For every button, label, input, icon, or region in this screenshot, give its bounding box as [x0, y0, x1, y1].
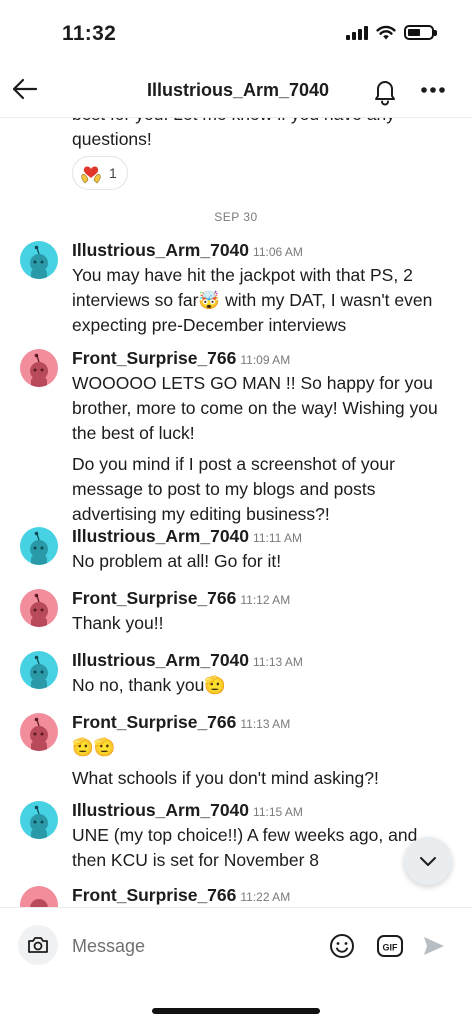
message-time: 11:11 AM	[253, 531, 302, 545]
message-input[interactable]	[72, 934, 312, 958]
avatar[interactable]	[20, 801, 58, 839]
message-body: WOOOOO LETS GO MAN !! So happy for you b…	[72, 371, 452, 527]
snoo-avatar-icon	[30, 531, 48, 565]
message-body: No no, thank you🫡	[72, 673, 452, 698]
avatar[interactable]	[20, 886, 58, 908]
snoo-avatar-icon	[30, 717, 48, 751]
message-author[interactable]: Illustrious_Arm_7040	[72, 526, 249, 546]
gif-icon: GIF	[377, 935, 403, 957]
snoo-avatar-icon	[30, 899, 48, 908]
home-indicator	[152, 1008, 320, 1014]
message-body: You may have hit the jackpot with that P…	[72, 263, 452, 338]
chat-title[interactable]: Illustrious_Arm_7040	[0, 80, 472, 101]
gif-button[interactable]: GIF	[376, 933, 404, 959]
message-time: 11:15 AM	[253, 805, 303, 819]
message-text: WOOOOO LETS GO MAN !! So happy for you b…	[72, 373, 438, 443]
more-dots-icon	[421, 87, 445, 93]
cellular-signal-icon	[346, 25, 368, 40]
battery-icon	[404, 25, 437, 40]
avatar[interactable]	[20, 589, 58, 627]
message-text: No no, thank you🫡	[72, 675, 227, 695]
reaction-count: 1	[109, 165, 117, 181]
heart-hands-icon	[81, 166, 101, 184]
message-text: 🫡🫡	[72, 737, 116, 757]
wifi-icon	[376, 25, 396, 40]
message-list[interactable]: best for you. Let me know if you have an…	[0, 118, 472, 908]
status-time: 11:32	[62, 22, 117, 45]
notifications-button[interactable]	[370, 76, 400, 106]
message-author[interactable]: Front_Surprise_766	[72, 712, 236, 732]
message-time: 11:09 AM	[240, 353, 291, 367]
message-time: 11:13 AM	[240, 717, 291, 731]
message-text: What schools if you don't mind asking?!	[72, 768, 379, 788]
message-text: Do you mind if I post a screenshot of yo…	[72, 454, 395, 524]
message-text: No problem at all! Go for it!	[72, 551, 282, 571]
gif-label: GIF	[383, 943, 399, 953]
message-body: No problem at all! Go for it!	[72, 549, 452, 574]
message-author[interactable]: Front_Surprise_766	[72, 885, 236, 905]
status-bar: 11:32	[0, 0, 472, 62]
message-author[interactable]: Illustrious_Arm_7040	[72, 650, 249, 670]
message-author[interactable]: Front_Surprise_766	[72, 348, 236, 368]
snoo-avatar-icon	[30, 655, 48, 689]
reaction-pill[interactable]: 1	[72, 156, 128, 190]
message-author[interactable]: Front_Surprise_766	[72, 588, 236, 608]
send-button[interactable]	[421, 933, 447, 959]
avatar[interactable]	[20, 651, 58, 689]
message-body: UNE (my top choice!!) A few weeks ago, a…	[72, 823, 452, 873]
message-body: Thank you!!	[72, 611, 452, 636]
send-arrow-icon	[424, 937, 444, 955]
message-text: Thank you!!	[72, 613, 164, 633]
previous-message-text: best for you. Let me know if you have an…	[72, 118, 395, 149]
chat-header: Illustrious_Arm_7040	[0, 62, 472, 118]
message-author[interactable]: Illustrious_Arm_7040	[72, 240, 249, 260]
avatar[interactable]	[20, 527, 58, 565]
snoo-avatar-icon	[30, 593, 48, 627]
message-text: UNE (my top choice!!) A few weeks ago, a…	[72, 825, 418, 870]
scroll-to-bottom-button[interactable]	[404, 837, 452, 885]
message-time: 11:06 AM	[253, 245, 303, 259]
status-icons	[346, 25, 437, 40]
snoo-avatar-icon	[30, 245, 48, 279]
camera-icon	[28, 937, 48, 953]
message-text: You may have hit the jackpot with that P…	[72, 265, 433, 335]
message-time: 11:13 AM	[253, 655, 303, 669]
message-time: 11:22 AM	[240, 890, 291, 904]
message-composer: GIF	[0, 907, 472, 1024]
more-options-button[interactable]	[418, 78, 448, 102]
avatar[interactable]	[20, 713, 58, 751]
snoo-avatar-icon	[30, 805, 48, 839]
emoji-button[interactable]	[328, 932, 356, 960]
avatar[interactable]	[20, 349, 58, 387]
message-time: 11:12 AM	[240, 593, 291, 607]
snoo-avatar-icon	[30, 353, 48, 387]
avatar[interactable]	[20, 241, 58, 279]
message-author[interactable]: Illustrious_Arm_7040	[72, 800, 249, 820]
date-separator: SEP 30	[214, 210, 258, 224]
smiley-icon	[330, 934, 354, 958]
chevron-down-icon	[420, 857, 436, 866]
camera-button[interactable]	[18, 925, 58, 965]
bell-icon	[375, 81, 395, 106]
message-body: 🫡🫡 What schools if you don't mind asking…	[72, 735, 452, 791]
